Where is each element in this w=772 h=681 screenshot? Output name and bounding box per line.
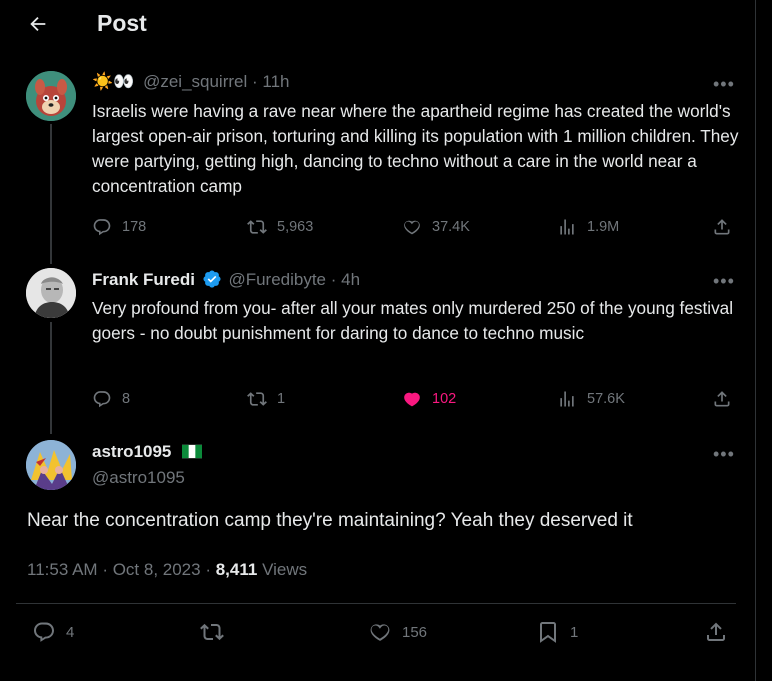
nigeria-flag-icon [182,444,203,459]
tweet-date[interactable]: Oct 8, 2023 [113,560,201,579]
reply-count: 178 [122,219,147,235]
repost-icon [247,392,267,406]
tweet-header: ☀️👀 @zei_squirrel · 11h [92,72,290,91]
views-button[interactable]: 57.6K [557,389,625,409]
views-count: 57.6K [587,391,625,407]
main-author-name[interactable]: astro1095 [92,442,203,462]
divider [16,603,736,604]
more-icon[interactable]: ••• [713,74,735,95]
user-handle[interactable]: @zei_squirrel [143,72,247,91]
back-button[interactable] [22,9,54,39]
scrollbar[interactable] [756,0,772,681]
like-count: 102 [432,391,457,407]
reply-button[interactable]: 8 [92,389,130,409]
reply-icon [34,622,54,642]
tweet-time[interactable]: 11h [262,72,289,91]
analytics-icon [560,219,574,235]
reply-button[interactable]: 4 [32,620,74,644]
tweet-time[interactable]: 4h [341,270,360,289]
tweet-time[interactable]: 11:53 AM [27,560,98,579]
squirrel-avatar-icon [26,71,76,121]
repost-button[interactable] [200,620,224,644]
bookmark-icon [540,622,556,643]
tweet-meta: 11:53 AM · Oct 8, 2023 · 8,411 Views [27,560,308,579]
repost-button[interactable]: 1 [247,389,285,409]
main-tweet-text: Near the concentration camp they're main… [27,510,633,531]
tweet-actions: 178 5,963 37.4K 1.9M [92,217,744,237]
avatar[interactable] [26,440,76,490]
page-title: Post [97,10,147,36]
like-button[interactable]: 156 [368,620,427,644]
like-button[interactable]: 37.4K [402,217,470,237]
tweet-actions: 8 1 102 57.6K [92,389,744,409]
reply-button[interactable]: 178 [92,217,146,237]
views-button[interactable]: 1.9M [557,217,619,237]
avatar[interactable] [26,71,76,121]
like-button[interactable]: 102 [402,389,456,409]
tweet-text: Israelis were having a rave near where t… [92,101,739,196]
reply-icon [93,219,111,236]
repost-count: 5,963 [277,219,314,235]
like-count: 156 [402,623,428,641]
reply-count: 8 [122,391,131,407]
share-icon [707,622,725,641]
more-icon[interactable]: ••• [713,444,735,465]
share-icon [714,391,730,407]
like-count: 37.4K [432,219,470,235]
bookmark-button[interactable]: 1 [536,620,578,644]
arrow-left-icon [30,16,46,32]
anime-avatar-icon [26,440,76,490]
thread-line [50,322,52,434]
repost-icon [200,623,224,641]
tweet-header: Frank Furedi @Furedibyte · 4h [92,270,361,289]
repost-button[interactable]: 5,963 [247,217,313,237]
heart-icon [404,220,420,235]
post-header: Post [0,0,755,48]
more-icon[interactable]: ••• [713,271,735,292]
heart-filled-icon [404,392,420,407]
verified-badge-icon [203,270,221,288]
user-handle[interactable]: @astro1095 [92,468,185,488]
main-tweet-actions: 4 156 1 [32,620,732,646]
avatar[interactable] [26,268,76,318]
views-label: Views [262,560,308,579]
share-icon [714,219,730,235]
reply-count: 4 [66,623,75,641]
reply-icon [93,391,111,408]
share-button[interactable] [704,620,728,644]
heart-icon [370,624,390,641]
thread-line [50,124,52,264]
person-avatar-icon [26,268,76,318]
display-name-emoji[interactable]: ☀️👀 [92,72,134,91]
analytics-icon [560,391,574,407]
share-button[interactable] [712,389,732,409]
tweet-text: Very profound from you- after all your m… [92,298,734,343]
bookmark-count: 1 [570,623,579,641]
display-name[interactable]: astro1095 [92,442,171,461]
views-count: 8,411 [215,560,258,579]
repost-count: 1 [277,391,286,407]
display-name[interactable]: Frank Furedi [92,270,195,289]
repost-icon [247,220,267,234]
user-handle[interactable]: @Furedibyte [228,270,326,289]
share-button[interactable] [712,217,732,237]
views-count: 1.9M [587,219,620,235]
